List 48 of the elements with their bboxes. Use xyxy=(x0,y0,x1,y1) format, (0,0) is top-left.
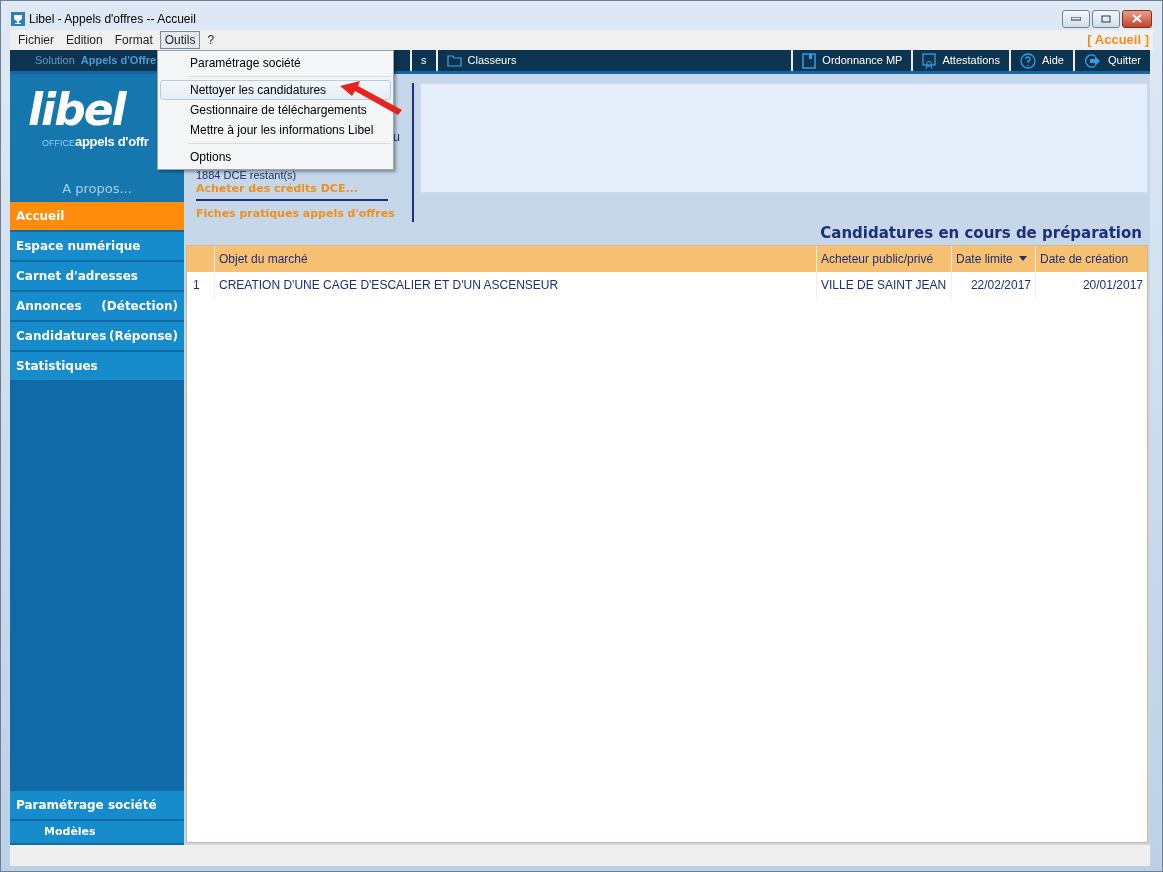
logo-text: libel xyxy=(28,88,127,132)
sidebar-item[interactable]: Carnet d'adresses xyxy=(10,262,184,292)
sidebar-item[interactable]: Paramétrage société xyxy=(10,791,184,821)
maximize-button[interactable] xyxy=(1092,9,1120,28)
solution-name: Appels d'Offre xyxy=(80,53,157,69)
maximize-icon xyxy=(1101,14,1111,23)
credit-count: 1884 DCE restant(s) xyxy=(196,169,298,182)
minimize-button[interactable] xyxy=(1062,9,1090,28)
link-text[interactable]: u xyxy=(392,130,400,143)
sidebar-item[interactable]: Annonces (Détection) xyxy=(10,292,184,322)
menu-item[interactable]: Nettoyer les candidatures xyxy=(160,80,391,100)
sidebar-item[interactable]: Espace numérique xyxy=(10,232,184,262)
help-icon xyxy=(1019,52,1036,69)
row-number: 1 xyxy=(187,271,215,298)
menu-item[interactable]: Options xyxy=(160,147,237,167)
table-cell: 20/01/2017 xyxy=(1035,271,1147,298)
table-cell-text: CREATION D'UNE CAGE D'ESCALIER ET D'UN ASCENSEUR xyxy=(218,276,560,294)
menu-item[interactable]: Gestionnaire de téléchargements xyxy=(160,100,372,120)
table-cell: 22/02/2017 xyxy=(951,271,1035,298)
sidebar-item[interactable]: Modèles xyxy=(10,821,184,845)
logo-tagline: appels d'offr xyxy=(75,133,149,151)
column-header[interactable]: Objet du marché xyxy=(215,249,816,268)
window-title: Libel - Appels d'offres -- Accueil xyxy=(29,10,196,28)
menu-item[interactable]: ? xyxy=(202,31,220,49)
certificate-icon xyxy=(922,52,937,69)
trophy-icon xyxy=(11,11,25,26)
column-header[interactable]: Date de création xyxy=(1035,245,1147,272)
sidebar-item[interactable]: Statistiques xyxy=(10,352,184,382)
folder-icon xyxy=(446,54,462,67)
menu-item[interactable]: Format xyxy=(109,31,158,49)
table-cell: VILLE DE SAINT JEAN xyxy=(816,271,951,298)
column-header[interactable]: Acheteur public/privé xyxy=(816,245,951,272)
menu-item[interactable]: Paramétrage société xyxy=(160,53,306,73)
column-header[interactable]: Date limite xyxy=(951,245,1035,272)
sidebar-item[interactable]: Candidatures (Réponse) xyxy=(10,322,184,352)
close-icon xyxy=(1132,14,1142,23)
section-heading: Candidatures en cours de préparation xyxy=(819,223,1143,244)
book-icon xyxy=(802,52,817,69)
menu-item[interactable]: Mettre à jour les informations Libel xyxy=(160,120,379,140)
menu-item[interactable]: Outils xyxy=(159,31,201,49)
exit-icon xyxy=(1084,52,1102,69)
minimize-icon xyxy=(1071,16,1081,21)
menu-item[interactable]: Edition xyxy=(61,31,108,49)
location-label: [ Accueil ] xyxy=(1087,31,1150,50)
close-button[interactable] xyxy=(1122,9,1152,28)
menu-item[interactable]: Fichier xyxy=(13,31,59,49)
solution-label: Solution xyxy=(35,53,75,69)
logo-prefix: OFFICE xyxy=(42,138,75,148)
